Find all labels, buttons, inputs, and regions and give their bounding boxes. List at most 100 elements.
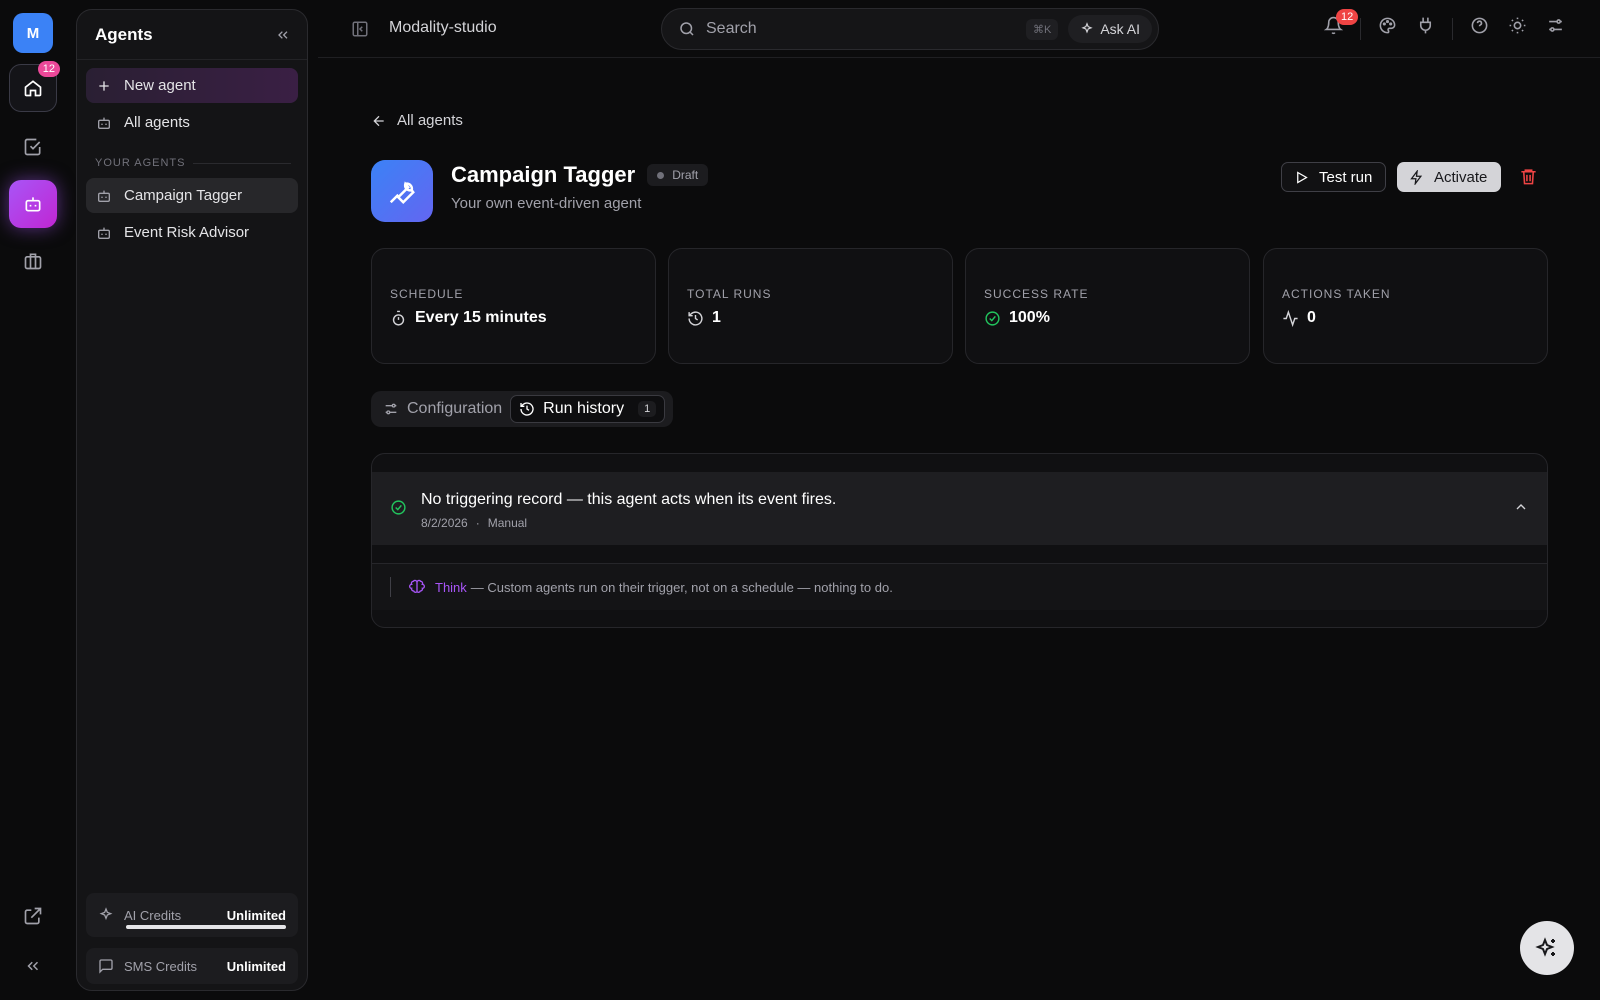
sparkles-icon bbox=[1081, 22, 1093, 34]
sliders-icon bbox=[385, 403, 397, 415]
bot-icon bbox=[25, 197, 41, 212]
sidebar-item-event-risk-advisor[interactable]: Event Risk Advisor bbox=[86, 215, 298, 250]
app-rail: M 12 bbox=[0, 0, 66, 1000]
sparkles-icon bbox=[1535, 937, 1555, 957]
section-label: YOUR AGENTS bbox=[95, 157, 186, 169]
agent-subtitle: Your own event-driven agent bbox=[451, 195, 642, 212]
external-link-icon bbox=[24, 907, 42, 925]
meta-separator: · bbox=[475, 516, 480, 530]
collapse-panel-icon[interactable] bbox=[275, 27, 291, 43]
run-date: 8/2/2026 bbox=[421, 516, 468, 530]
run-step: Think — Custom agents run on their trigg… bbox=[372, 563, 1547, 610]
agent-title-row: Campaign Tagger Draft bbox=[451, 162, 709, 188]
ai-credits-bar bbox=[126, 925, 286, 929]
ai-credits-label: AI Credits bbox=[124, 907, 182, 923]
run-history-panel: No triggering record — this agent acts w… bbox=[371, 453, 1548, 628]
search-icon bbox=[680, 22, 694, 36]
briefcase-nav-button[interactable] bbox=[9, 237, 57, 285]
search-bar[interactable]: Search ⌘K Ask AI bbox=[661, 8, 1159, 50]
sparkles-icon bbox=[99, 907, 113, 921]
ai-credits-value: Unlimited bbox=[226, 907, 286, 923]
agent-item-label: Event Risk Advisor bbox=[124, 224, 250, 241]
step-label: Think bbox=[435, 579, 467, 595]
external-link-button[interactable] bbox=[9, 892, 57, 940]
integrations-button[interactable] bbox=[1416, 16, 1435, 35]
all-agents-label: All agents bbox=[124, 114, 190, 131]
agent-tabs: Configuration Run history 1 bbox=[371, 391, 673, 427]
check-circle-icon bbox=[391, 500, 406, 515]
help-button[interactable] bbox=[1470, 16, 1489, 35]
tab-run-history[interactable]: Run history 1 bbox=[510, 395, 666, 423]
bot-icon bbox=[98, 227, 110, 239]
your-agents-section: YOUR AGENTS bbox=[95, 157, 291, 169]
sms-credits-label: SMS Credits bbox=[124, 958, 197, 974]
divider bbox=[1360, 18, 1361, 40]
play-icon bbox=[1297, 170, 1308, 184]
timer-icon bbox=[392, 310, 405, 326]
run-count-badge: 1 bbox=[638, 401, 657, 417]
agents-nav-button[interactable] bbox=[9, 180, 57, 228]
back-to-all-agents[interactable]: All agents bbox=[371, 112, 463, 129]
wrench-icon bbox=[389, 181, 415, 205]
home-nav-button[interactable]: 12 bbox=[9, 61, 60, 112]
notifications-badge: 12 bbox=[1336, 9, 1359, 25]
message-icon bbox=[99, 959, 113, 974]
step-line bbox=[390, 577, 391, 597]
history-icon bbox=[520, 402, 534, 416]
sidebar-item-campaign-tagger[interactable]: Campaign Tagger bbox=[86, 178, 298, 213]
stat-value: Every 15 minutes bbox=[415, 309, 547, 326]
ask-ai-label: Ask AI bbox=[1100, 21, 1140, 37]
theme-toggle-button[interactable] bbox=[1508, 16, 1527, 35]
status-label: Draft bbox=[672, 168, 699, 182]
activate-button[interactable]: Activate bbox=[1397, 162, 1501, 192]
run-meta: 8/2/2026 · Manual bbox=[421, 516, 527, 530]
home-badge: 12 bbox=[37, 61, 60, 77]
test-run-button[interactable]: Test run bbox=[1281, 162, 1386, 192]
stat-value: 100% bbox=[1009, 309, 1050, 326]
help-icon bbox=[1471, 17, 1488, 34]
run-row[interactable]: No triggering record — this agent acts w… bbox=[372, 472, 1547, 545]
stat-label: TOTAL RUNS bbox=[687, 287, 772, 301]
ask-ai-button[interactable]: Ask AI bbox=[1068, 15, 1152, 43]
bot-icon bbox=[98, 190, 110, 202]
history-icon bbox=[688, 310, 703, 326]
theme-palette-button[interactable] bbox=[1378, 16, 1397, 35]
panel-header: Agents bbox=[77, 10, 307, 60]
sms-credits: SMS Credits Unlimited bbox=[86, 948, 298, 984]
panel-title: Agents bbox=[95, 24, 153, 44]
brain-icon bbox=[409, 579, 425, 593]
new-agent-button[interactable]: New agent bbox=[86, 68, 298, 103]
agent-item-label: Campaign Tagger bbox=[124, 187, 243, 204]
chevrons-left-icon bbox=[27, 961, 39, 971]
plus-icon bbox=[99, 80, 109, 91]
bot-icon bbox=[98, 117, 110, 129]
ai-assistant-button[interactable] bbox=[1520, 921, 1574, 975]
tab-label: Configuration bbox=[407, 400, 503, 417]
project-name[interactable]: Modality-studio bbox=[389, 19, 497, 37]
tab-configuration[interactable]: Configuration bbox=[383, 400, 502, 418]
collapse-rail-button[interactable] bbox=[9, 942, 57, 990]
all-agents-link[interactable]: All agents bbox=[86, 105, 298, 140]
checkbox-icon bbox=[24, 138, 41, 156]
home-icon bbox=[24, 80, 42, 97]
briefcase-icon bbox=[24, 253, 42, 270]
sms-credits-value: Unlimited bbox=[226, 958, 286, 974]
run-title: No triggering record — this agent acts w… bbox=[421, 491, 837, 508]
stat-value: 1 bbox=[712, 309, 721, 326]
run-trigger: Manual bbox=[487, 516, 528, 530]
stat-card-schedule: SCHEDULE Every 15 minutes bbox=[371, 248, 656, 364]
delete-agent-button[interactable] bbox=[1519, 167, 1538, 186]
new-agent-label: New agent bbox=[124, 77, 196, 94]
sidebar-toggle-icon[interactable] bbox=[351, 20, 369, 38]
stat-label: SCHEDULE bbox=[390, 287, 464, 301]
tasks-nav-button[interactable] bbox=[9, 123, 57, 171]
notifications-button[interactable]: 12 bbox=[1324, 9, 1359, 35]
agent-avatar bbox=[371, 160, 433, 222]
workspace-avatar[interactable]: M bbox=[13, 13, 53, 53]
stat-value: 0 bbox=[1307, 309, 1316, 326]
chevron-up-icon[interactable] bbox=[1513, 499, 1529, 515]
stat-label: ACTIONS TAKEN bbox=[1282, 287, 1391, 301]
stat-card-total-runs: TOTAL RUNS 1 bbox=[668, 248, 953, 364]
settings-button[interactable] bbox=[1546, 16, 1565, 35]
tab-label: Run history bbox=[543, 400, 625, 417]
